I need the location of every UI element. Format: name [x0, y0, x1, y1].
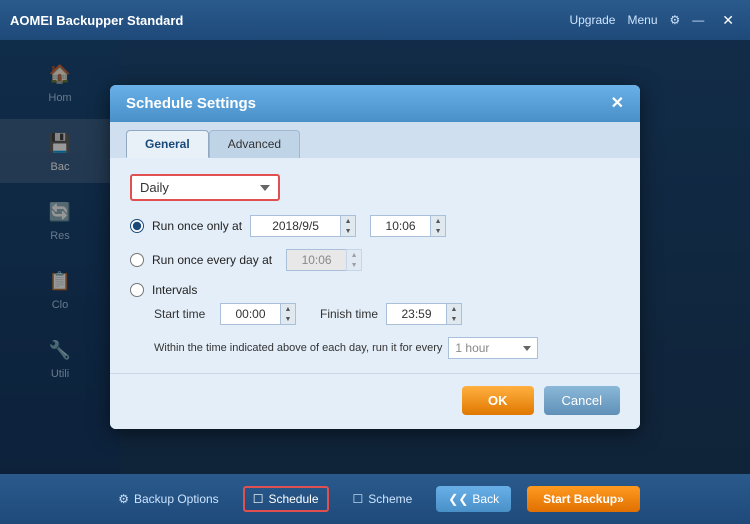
scheme-checkbox-icon: ☐: [353, 492, 364, 506]
finish-time-spinner: ▲ ▼: [446, 303, 462, 325]
start-time-spinner: ▲ ▼: [280, 303, 296, 325]
modal-overlay: Schedule Settings ✕ General Advanced Dai…: [0, 40, 750, 474]
backup-options-button[interactable]: ⚙ Backup Options: [110, 488, 226, 510]
start-time-input[interactable]: [220, 303, 280, 325]
chevron-left-icon: ❮❮: [448, 492, 468, 506]
run-every-day-label: Run once every day at: [152, 253, 272, 267]
date-spinner: ▲ ▼: [340, 215, 356, 237]
start-time-label: Start time: [154, 307, 214, 321]
scheme-button[interactable]: ☐ Scheme: [345, 488, 421, 510]
time-spinner: ▲ ▼: [430, 215, 446, 237]
intervals-group: Intervals Start time ▲: [130, 283, 620, 359]
settings-icon[interactable]: ⚙: [670, 13, 681, 27]
finish-time-spinner-up[interactable]: ▲: [447, 304, 461, 314]
gear-icon: ⚙: [118, 492, 129, 506]
run-once-time-input[interactable]: [370, 215, 430, 237]
run-once-label: Run once only at: [152, 219, 242, 233]
dialog-title: Schedule Settings: [126, 95, 256, 112]
date-spinner-up[interactable]: ▲: [341, 216, 355, 226]
frequency-select[interactable]: Daily Weekly Monthly Event triggers USB …: [130, 174, 280, 201]
ok-button[interactable]: OK: [462, 386, 534, 415]
time-spinner-down[interactable]: ▼: [431, 226, 445, 236]
tab-general[interactable]: General: [126, 130, 209, 158]
time-spinner-up[interactable]: ▲: [431, 216, 445, 226]
top-bar-right: Upgrade Menu ⚙ — ✕: [569, 10, 740, 31]
run-every-day-row: Run once every day at ▲ ▼: [130, 249, 620, 271]
cancel-button[interactable]: Cancel: [544, 386, 620, 415]
schedule-checkbox-icon: ☐: [253, 492, 264, 506]
top-bar: AOMEI Backupper Standard Upgrade Menu ⚙ …: [0, 0, 750, 40]
start-time-input-group: ▲ ▼: [220, 303, 296, 325]
backup-options-label: Backup Options: [134, 492, 219, 506]
run-once-date-group: ▲ ▼: [250, 215, 356, 237]
run-every-day-radio[interactable]: [130, 253, 144, 267]
every-day-time-input[interactable]: [286, 249, 346, 271]
every-day-spinner: ▲ ▼: [346, 249, 362, 271]
within-text: Within the time indicated above of each …: [154, 342, 442, 354]
dialog-close-button[interactable]: ✕: [611, 96, 624, 112]
upgrade-link[interactable]: Upgrade: [569, 13, 615, 27]
back-button[interactable]: ❮❮ Back: [436, 486, 511, 512]
interval-select[interactable]: 1 hour 2 hours 3 hours 4 hours 6 hours 8…: [448, 337, 538, 359]
dialog-content: Daily Weekly Monthly Event triggers USB …: [110, 158, 640, 373]
run-once-date-input[interactable]: [250, 215, 340, 237]
intervals-time-row: Start time ▲ ▼: [154, 303, 620, 325]
app-background: AOMEI Backupper Standard Upgrade Menu ⚙ …: [0, 0, 750, 524]
start-backup-button[interactable]: Start Backup»: [527, 486, 640, 512]
date-spinner-down[interactable]: ▼: [341, 226, 355, 236]
radio-group: Run once only at ▲ ▼ ▲: [130, 215, 620, 359]
close-button[interactable]: ✕: [716, 10, 740, 31]
schedule-label: Schedule: [268, 492, 318, 506]
menu-link[interactable]: Menu: [627, 13, 657, 27]
dialog-footer: OK Cancel: [110, 373, 640, 429]
schedule-button[interactable]: ☐ Schedule: [243, 486, 329, 512]
back-label: Back: [472, 492, 499, 506]
schedule-dialog: Schedule Settings ✕ General Advanced Dai…: [110, 85, 640, 429]
dialog-titlebar: Schedule Settings ✕: [110, 85, 640, 122]
start-time-spinner-up[interactable]: ▲: [281, 304, 295, 314]
top-bar-left: AOMEI Backupper Standard: [10, 13, 183, 28]
intervals-sub-section: Start time ▲ ▼: [154, 303, 620, 359]
every-day-spinner-up[interactable]: ▲: [347, 250, 361, 260]
start-time-spinner-down[interactable]: ▼: [281, 314, 295, 324]
intervals-label: Intervals: [152, 283, 197, 297]
dialog-tabs: General Advanced: [110, 122, 640, 158]
every-day-time-group: ▲ ▼: [286, 249, 362, 271]
run-once-time-group: ▲ ▼: [370, 215, 446, 237]
start-time-group: Start time ▲ ▼: [154, 303, 296, 325]
app-title: AOMEI Backupper Standard: [10, 13, 183, 28]
within-row: Within the time indicated above of each …: [154, 337, 620, 359]
finish-time-spinner-down[interactable]: ▼: [447, 314, 461, 324]
finish-time-input-group: ▲ ▼: [386, 303, 462, 325]
run-once-radio[interactable]: [130, 219, 144, 233]
run-once-row: Run once only at ▲ ▼ ▲: [130, 215, 620, 237]
finish-time-input[interactable]: [386, 303, 446, 325]
minimize-button[interactable]: —: [692, 13, 704, 27]
finish-time-group: Finish time ▲ ▼: [320, 303, 462, 325]
scheme-label: Scheme: [368, 492, 412, 506]
tab-advanced[interactable]: Advanced: [209, 130, 300, 158]
intervals-radio[interactable]: [130, 283, 144, 297]
bottom-bar: ⚙ Backup Options ☐ Schedule ☐ Scheme ❮❮ …: [0, 474, 750, 524]
every-day-spinner-down[interactable]: ▼: [347, 260, 361, 270]
finish-time-label: Finish time: [320, 307, 380, 321]
frequency-dropdown-row: Daily Weekly Monthly Event triggers USB …: [130, 174, 620, 201]
intervals-radio-row: Intervals: [130, 283, 620, 297]
start-backup-label: Start Backup»: [543, 492, 624, 506]
